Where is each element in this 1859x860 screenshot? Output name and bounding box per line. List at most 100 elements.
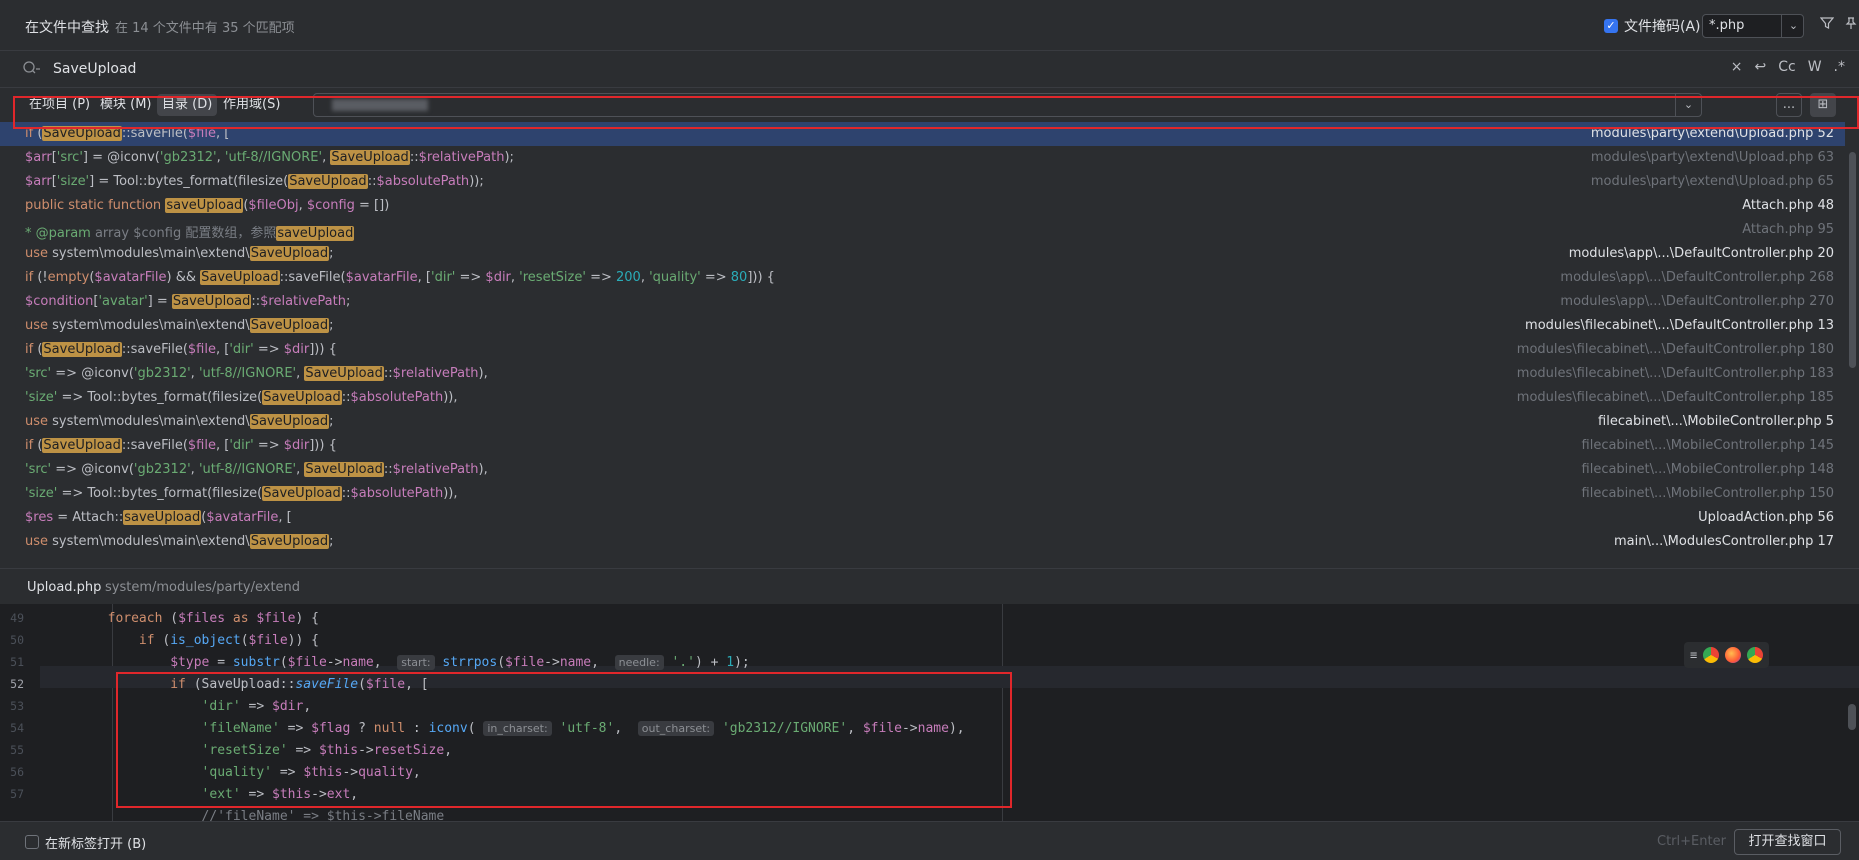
result-location: modules\app\...\DefaultController.php 20 [1568,246,1834,261]
browser-preview-toolbar: ≡ [1684,642,1770,668]
recursive-tree-icon[interactable]: ⊞ [1810,93,1836,117]
code-line: 'fileName' => $flag ? null : iconv( in_c… [201,721,965,736]
chevron-down-icon[interactable]: ⌄ [1781,15,1805,37]
result-code: * @param array $config 配置数组，参照saveUpload [25,226,355,241]
tab-project[interactable]: 在项目 (P) [24,94,95,116]
result-code: $condition['avatar'] = SaveUpload::$rela… [25,294,351,309]
result-row[interactable]: use system\modules\main\extend\SaveUploa… [0,242,1845,266]
file-mask-label: 文件掩码(A): [1624,19,1706,35]
result-location: modules\filecabinet\...\DefaultControlle… [1516,390,1834,405]
result-row[interactable]: 'src' => @iconv('gb2312', 'utf-8//IGNORE… [0,458,1845,482]
open-in-new-tab-checkbox[interactable] [25,835,39,849]
result-code: use system\modules\main\extend\SaveUploa… [25,318,334,333]
result-code: $res = Attach::saveUpload($avatarFile, [ [25,510,292,525]
scrollbar-thumb[interactable] [1849,152,1856,368]
result-location: main\...\ModulesController.php 17 [1614,534,1834,549]
whole-words-toggle[interactable]: W [1808,59,1822,75]
result-row[interactable]: if (SaveUpload::saveFile($file, ['dir' =… [0,338,1845,362]
file-mask-value: *.php [1709,18,1745,33]
result-location: Attach.php 48 [1742,198,1834,213]
result-code: public static function saveUpload($fileO… [25,198,390,213]
result-row[interactable]: 'size' => Tool::bytes_format(filesize(Sa… [0,386,1845,410]
browse-directory-button[interactable]: ... [1776,93,1802,117]
result-row[interactable]: if (SaveUpload::saveFile($file, [ module… [0,122,1845,146]
scope-row: 在项目 (P) 模块 (M) 目录 (D) 作用域(S) ⌄ ... ⊞ [0,88,1859,122]
result-location: filecabinet\...\MobileController.php 145 [1581,438,1834,453]
open-in-new-tab-label[interactable]: 在新标签打开 (B) [45,833,146,852]
code-line: 'resetSize' => $this->resetSize, [201,743,453,758]
preview-file-name: Upload.php [27,580,102,595]
result-code: use system\modules\main\extend\SaveUploa… [25,414,334,429]
tab-module[interactable]: 模块 (M) [95,94,157,116]
pin-icon[interactable] [1840,12,1859,34]
line-number: 50 [10,633,24,647]
blurred-directory-path [332,99,428,111]
chevron-down-icon[interactable]: ⌄ [1675,94,1701,116]
result-location: modules\app\...\DefaultController.php 27… [1560,294,1834,309]
result-location: modules\filecabinet\...\DefaultControlle… [1516,342,1834,357]
search-input[interactable]: SaveUpload [53,61,136,77]
match-case-toggle[interactable]: Cc [1778,59,1795,75]
chrome-dev-icon[interactable] [1747,647,1764,663]
result-location: UploadAction.php 56 [1698,510,1834,525]
line-number: 49 [10,611,24,625]
result-row[interactable]: 'size' => Tool::bytes_format(filesize(Sa… [0,482,1845,506]
find-in-files-header: 在文件中查找 在 14 个文件中有 35 个匹配项 ✓ 文件掩码(A): *.p… [0,0,1859,50]
code-preview[interactable]: 49 50 51 52 53 54 55 56 57 foreach ($fil… [0,604,1859,821]
match-highlight: SaveUpload [42,126,122,141]
result-row[interactable]: $arr['size'] = Tool::bytes_format(filesi… [0,170,1845,194]
result-row[interactable]: use system\modules\main\extend\SaveUploa… [0,410,1845,434]
file-mask-checkbox[interactable]: ✓ [1604,19,1618,33]
footer: 在新标签打开 (B) Ctrl+Enter 打开查找窗口 [0,821,1859,860]
shortcut-hint: Ctrl+Enter [1657,834,1726,849]
result-row[interactable]: * @param array $config 配置数组，参照saveUpload… [0,218,1845,242]
result-row[interactable]: use system\modules\main\extend\SaveUploa… [0,530,1845,554]
result-row[interactable]: public static function saveUpload($fileO… [0,194,1845,218]
results-scrollbar[interactable] [1849,122,1857,568]
result-location: modules\party\extend\Upload.php 65 [1590,174,1834,189]
directory-field[interactable]: ⌄ [313,93,1702,117]
result-code: 'size' => Tool::bytes_format(filesize(Sa… [25,390,458,405]
soft-wrap-icon[interactable]: ≡ [1690,648,1697,662]
result-code: use system\modules\main\extend\SaveUploa… [25,534,334,549]
result-row[interactable]: if (SaveUpload::saveFile($file, ['dir' =… [0,434,1845,458]
file-mask-option[interactable]: ✓ 文件掩码(A): [1604,16,1705,36]
firefox-icon[interactable] [1725,647,1742,663]
result-code: 'src' => @iconv('gb2312', 'utf-8//IGNORE… [25,366,488,381]
tab-scope[interactable]: 作用域(S) [218,94,285,116]
chrome-icon[interactable] [1703,647,1720,663]
regex-toggle[interactable]: .* [1834,59,1845,75]
dialog-title: 在文件中查找 [25,20,109,36]
tab-directory[interactable]: 目录 (D) [157,94,218,116]
result-row[interactable]: use system\modules\main\extend\SaveUploa… [0,314,1845,338]
preview-header: Upload.php system/modules/party/extend [0,568,1859,604]
result-location: modules\party\extend\Upload.php 52 [1590,126,1834,141]
line-number: 51 [10,655,24,669]
code-line: if (SaveUpload::saveFile($file, [ [170,677,429,692]
clear-icon[interactable]: × [1731,59,1743,75]
result-location: filecabinet\...\MobileController.php 150 [1581,486,1834,501]
preview-file-path: system/modules/party/extend [105,580,301,595]
line-number: 54 [10,721,24,735]
result-row[interactable]: $res = Attach::saveUpload($avatarFile, [… [0,506,1845,530]
editor-scrollbar[interactable] [1848,704,1856,730]
search-icon[interactable] [22,60,44,78]
newline-icon[interactable]: ↩ [1754,59,1766,75]
line-number: 57 [10,787,24,801]
result-row[interactable]: $condition['avatar'] = SaveUpload::$rela… [0,290,1845,314]
result-code: 'size' => Tool::bytes_format(filesize(Sa… [25,486,458,501]
search-row: SaveUpload × ↩ Cc W .* [0,50,1859,88]
code-line: //'fileName' => $this->fileName [201,809,445,821]
file-mask-select[interactable]: *.php ⌄ [1702,14,1804,38]
line-number: 52 [10,677,24,691]
result-location: modules\filecabinet\...\DefaultControlle… [1516,366,1834,381]
result-row[interactable]: $arr['src'] = @iconv('gb2312', 'utf-8//I… [0,146,1845,170]
line-number: 56 [10,765,24,779]
result-location: modules\party\extend\Upload.php 63 [1590,150,1834,165]
result-row[interactable]: if (!empty($avatarFile) && SaveUpload::s… [0,266,1845,290]
result-row[interactable]: 'src' => @iconv('gb2312', 'utf-8//IGNORE… [0,362,1845,386]
open-find-window-button[interactable]: 打开查找窗口 [1734,829,1841,855]
line-number: 53 [10,699,24,713]
code-line: 'quality' => $this->quality, [201,765,421,780]
filter-icon[interactable] [1816,12,1838,34]
